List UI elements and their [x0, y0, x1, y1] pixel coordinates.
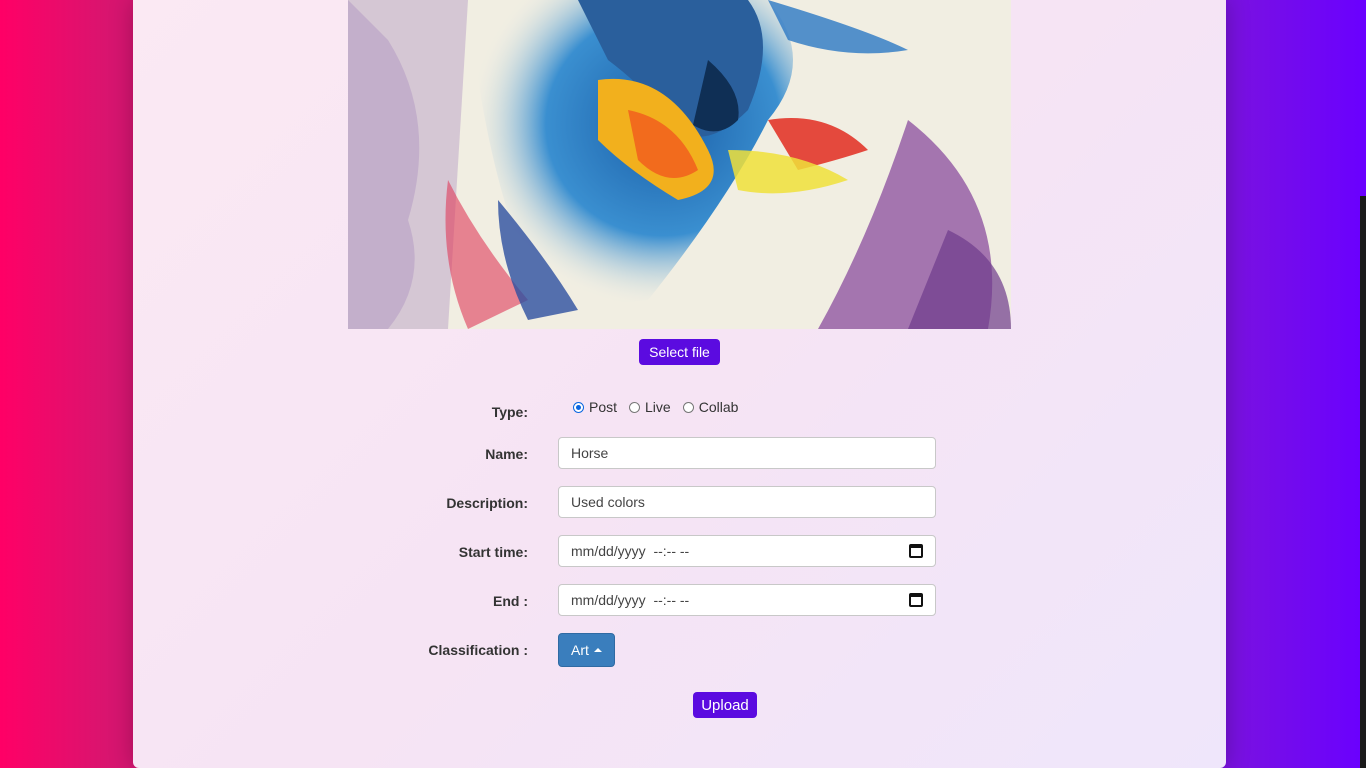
start-time-label: Start time: [458, 544, 528, 560]
preview-image [348, 0, 1011, 329]
scrollbar[interactable] [1360, 196, 1366, 768]
end-time-input[interactable]: mm/dd/yyyy --:-- -- [558, 584, 936, 616]
classification-value: Art [571, 642, 589, 658]
caret-up-icon [593, 648, 602, 652]
type-label: Type: [491, 404, 528, 420]
name-input[interactable]: Horse [558, 437, 936, 469]
end-time-label: End : [493, 593, 528, 609]
start-time-value: mm/dd/yyyy --:-- -- [571, 543, 690, 559]
classification-dropdown[interactable]: Art [558, 633, 615, 667]
type-option-post[interactable]: Post [573, 399, 617, 415]
upload-button[interactable]: Upload [693, 692, 757, 718]
end-time-value: mm/dd/yyyy --:-- -- [571, 592, 690, 608]
description-input-value: Used colors [571, 494, 645, 510]
calendar-icon[interactable] [909, 593, 923, 607]
description-label: Description: [446, 495, 528, 511]
radio-collab[interactable] [682, 401, 694, 413]
radio-live[interactable] [629, 401, 641, 413]
type-option-collab[interactable]: Collab [682, 399, 739, 415]
upload-card: Select file Type: Post Live Collab Name:… [133, 0, 1226, 768]
type-option-post-label: Post [589, 399, 618, 415]
name-input-value: Horse [571, 445, 609, 461]
classification-label: Classification : [428, 642, 528, 658]
start-time-input[interactable]: mm/dd/yyyy --:-- -- [558, 535, 936, 567]
horse-artwork [348, 0, 1011, 329]
type-radio-group: Post Live Collab [573, 397, 750, 417]
radio-post-selected[interactable] [573, 401, 584, 413]
calendar-icon[interactable] [909, 544, 923, 558]
type-option-live-label: Live [645, 399, 671, 415]
type-option-live[interactable]: Live [629, 399, 671, 415]
select-file-button[interactable]: Select file [639, 339, 720, 365]
name-label: Name: [485, 446, 528, 462]
description-input[interactable]: Used colors [558, 486, 936, 518]
type-option-collab-label: Collab [698, 399, 739, 415]
